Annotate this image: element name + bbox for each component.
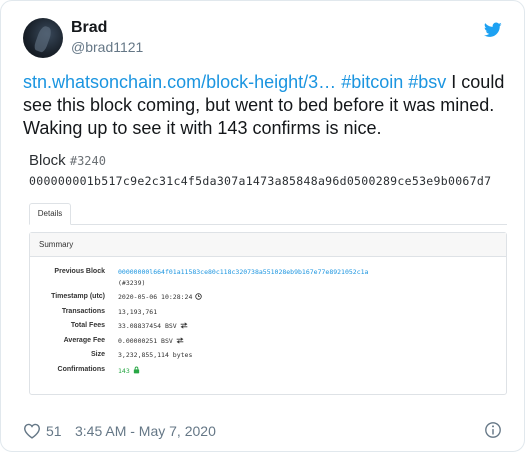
row-value: 0.00000251 BSV xyxy=(118,337,184,345)
block-link[interactable]: stn.whatsonchain.com/block-height/3… xyxy=(23,72,336,92)
heart-icon[interactable] xyxy=(23,423,41,439)
row-label: Average Fee xyxy=(63,336,105,344)
block-title-label: Block xyxy=(29,152,66,169)
tab-details: Details xyxy=(29,203,71,225)
row-transactions: Transactions 13,193,761 xyxy=(30,306,506,321)
tweet-timestamp[interactable]: 3:45 AM - May 7, 2020 xyxy=(75,423,216,439)
like-count[interactable]: 51 xyxy=(46,423,62,439)
tweet-text: stn.whatsonchain.com/block-height/3… #bi… xyxy=(23,71,513,140)
hashtag-bsv[interactable]: #bsv xyxy=(408,72,446,92)
row-timestamp: Timestamp (utc) 2020-05-06 10:28:24 xyxy=(30,291,506,306)
average-fee-value: 0.00000251 BSV xyxy=(118,336,173,345)
row-confirmations: Confirmations 143 xyxy=(30,364,506,379)
summary-panel: Summary Previous Block 00000000l664f01a1… xyxy=(29,232,507,395)
row-label: Total Fees xyxy=(70,322,105,329)
lock-icon xyxy=(133,366,139,373)
block-number: #3240 xyxy=(69,154,106,168)
embedded-screenshot[interactable]: Block #3240 000000001b517c9e2c31c4f5da30… xyxy=(23,148,507,395)
row-value: 143 xyxy=(118,366,140,375)
exchange-arrows-icon xyxy=(176,337,184,343)
row-previous-block: Previous Block 00000000l664f01a11583ce80… xyxy=(30,266,506,291)
avatar[interactable] xyxy=(23,18,63,58)
timestamp-value: 2020-05-06 10:28:24 xyxy=(118,293,193,301)
block-title: Block #3240 xyxy=(29,152,106,169)
row-average-fee: Average Fee 0.00000251 BSV xyxy=(30,335,506,350)
clock-icon xyxy=(195,293,203,300)
user-handle[interactable]: @brad1121 xyxy=(71,39,143,55)
summary-header: Summary xyxy=(30,233,506,257)
row-value: 13,193,761 xyxy=(118,307,158,316)
block-hash: 000000001b517c9e2c31c4f5da307a1473a85848… xyxy=(29,174,492,188)
exchange-arrows-icon xyxy=(180,322,188,329)
row-label: Timestamp (utc) xyxy=(51,293,105,300)
tabs-divider xyxy=(29,224,507,225)
row-label: Confirmations xyxy=(57,365,105,373)
row-value: 3,232,855,114 bytes xyxy=(118,351,193,359)
row-total-fees: Total Fees 33.08837454 BSV xyxy=(30,320,506,335)
previous-block-height: (#3239) xyxy=(118,279,146,287)
twitter-bird-icon[interactable] xyxy=(484,22,502,38)
row-label: Previous Block xyxy=(54,268,105,275)
summary-rows: Previous Block 00000000l664f01a11583ce80… xyxy=(30,266,506,378)
row-label: Transactions xyxy=(61,307,105,315)
row-label: Size xyxy=(90,351,105,358)
row-value: 2020-05-06 10:28:24 xyxy=(118,293,203,301)
tweet-card: Brad @brad1121 stn.whatsonchain.com/bloc… xyxy=(0,0,525,452)
info-icon[interactable] xyxy=(484,421,502,439)
previous-block-hash: 00000000l664f01a11583ce80c118c320738a551… xyxy=(118,268,369,276)
confirmations-value: 143 xyxy=(118,366,130,375)
hashtag-bitcoin[interactable]: #bitcoin xyxy=(341,72,403,92)
user-name[interactable]: Brad xyxy=(71,19,107,37)
row-size: Size 3,232,855,114 bytes xyxy=(30,349,506,364)
row-value: 33.08837454 BSV xyxy=(118,322,188,330)
total-fees-value: 33.08837454 BSV xyxy=(118,322,177,330)
